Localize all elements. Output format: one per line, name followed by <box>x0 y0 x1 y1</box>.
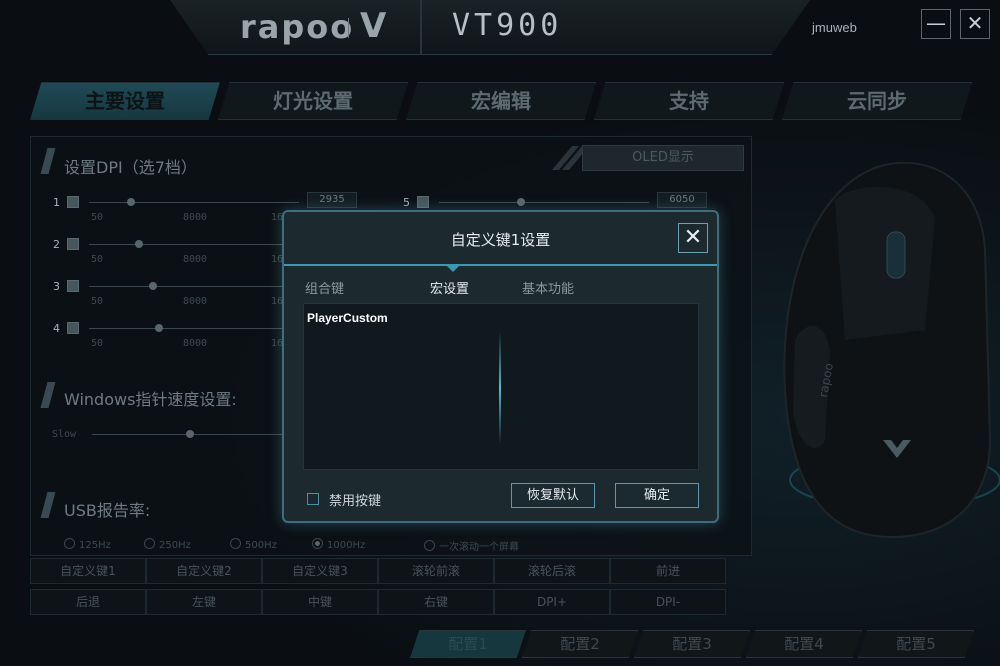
key-dpi-down-button[interactable]: DPI- <box>610 589 726 615</box>
dpi-row-checkbox[interactable] <box>67 280 79 292</box>
key-custom3-button[interactable]: 自定义键3 <box>262 558 378 584</box>
custom-key-dialog: 自定义键1设置 ✕ 组合键 宏设置 基本功能 PlayerCustom 禁用按键… <box>282 210 719 523</box>
logo-separator <box>348 18 349 38</box>
config-tab-5[interactable]: 配置5 <box>858 630 974 658</box>
dpi-section-title: 设置DPI（选7档） <box>64 158 197 177</box>
key-right-button[interactable]: 右键 <box>378 589 494 615</box>
scroll-screen-option[interactable]: 一次滚动一个屏幕 <box>424 538 519 553</box>
dpi-min-label: 50 <box>91 254 104 265</box>
model-name: VT900 <box>452 8 563 43</box>
key-custom1-button[interactable]: 自定义键1 <box>30 558 146 584</box>
macro-list-item[interactable]: PlayerCustom <box>307 311 388 325</box>
restore-default-button[interactable]: 恢复默认 <box>511 483 595 508</box>
dpi-slider[interactable] <box>439 202 649 203</box>
dpi-row-checkbox[interactable] <box>417 196 429 208</box>
dpi-row-checkbox[interactable] <box>67 196 79 208</box>
dpi-value-field[interactable]: 2935 <box>307 192 357 208</box>
key-middle-button[interactable]: 中键 <box>262 589 378 615</box>
dpi-mid-label: 8000 <box>183 338 208 349</box>
key-left-button[interactable]: 左键 <box>146 589 262 615</box>
oled-display-button[interactable]: OLED显示 <box>582 145 744 171</box>
dpi-row-checkbox[interactable] <box>67 322 79 334</box>
dpi-row-checkbox[interactable] <box>67 238 79 250</box>
dpi-value-field[interactable]: 6050 <box>657 192 707 208</box>
key-custom2-button[interactable]: 自定义键2 <box>146 558 262 584</box>
config-tab-4[interactable]: 配置4 <box>746 630 862 658</box>
dpi-slider-handle[interactable] <box>517 198 525 206</box>
key-back-button[interactable]: 后退 <box>30 589 146 615</box>
disable-key-checkbox[interactable] <box>307 493 319 505</box>
dpi-row-number: 3 <box>53 280 60 293</box>
usb-rate-title: USB报告率: <box>64 501 151 520</box>
usb-rate-125[interactable]: 125Hz <box>64 538 111 551</box>
usb-rate-250[interactable]: 250Hz <box>144 538 191 551</box>
disable-key-label: 禁用按键 <box>329 494 382 509</box>
pointer-speed-handle[interactable] <box>186 430 194 438</box>
config-tab-1[interactable]: 配置1 <box>410 630 526 658</box>
dialog-tab-basic-functions[interactable]: 基本功能 <box>522 278 574 297</box>
dialog-header-divider <box>284 264 717 266</box>
dpi-slider-handle[interactable] <box>135 240 143 248</box>
dpi-slider[interactable] <box>89 286 299 287</box>
minimize-button[interactable]: — <box>921 9 951 39</box>
dpi-slider-handle[interactable] <box>149 282 157 290</box>
tab-cloud-sync[interactable]: 云同步 <box>782 82 972 120</box>
header-divider <box>420 0 422 55</box>
active-tab-caret-icon <box>446 265 460 272</box>
dpi-mid-label: 8000 <box>183 254 208 265</box>
dpi-min-label: 50 <box>91 212 104 223</box>
dpi-row-number: 2 <box>53 238 60 251</box>
close-button[interactable]: ✕ <box>960 9 990 39</box>
dpi-row-number: 4 <box>53 322 60 335</box>
config-tab-3[interactable]: 配置3 <box>634 630 750 658</box>
dialog-tab-macro[interactable]: 宏设置 <box>430 278 469 297</box>
dpi-slider-handle[interactable] <box>155 324 163 332</box>
mouse-image: rapoo <box>783 161 1000 539</box>
dpi-slider[interactable] <box>89 244 299 245</box>
dialog-title: 自定义键1设置 <box>450 231 551 249</box>
dpi-mid-label: 8000 <box>183 212 208 223</box>
dpi-slider[interactable] <box>89 328 299 329</box>
macro-list[interactable]: PlayerCustom <box>303 303 699 470</box>
tab-support[interactable]: 支持 <box>594 82 784 120</box>
dpi-min-label: 50 <box>91 296 104 307</box>
dialog-close-button[interactable]: ✕ <box>678 223 708 253</box>
brand-logo: rapoo <box>240 8 355 46</box>
config-tab-2[interactable]: 配置2 <box>522 630 638 658</box>
dialog-tab-combo-keys[interactable]: 组合键 <box>305 278 344 297</box>
pointer-slow-label: Slow <box>52 429 77 440</box>
dpi-slider[interactable] <box>89 202 299 203</box>
tab-macro-edit[interactable]: 宏编辑 <box>406 82 596 120</box>
pointer-speed-title: Windows指针速度设置: <box>64 390 237 409</box>
dpi-min-label: 50 <box>91 338 104 349</box>
username-label: jmuweb <box>812 20 857 35</box>
app-window: rapoo V VT900 jmuweb — ✕ 主要设置 灯光设置 宏编辑 支… <box>0 0 1000 666</box>
key-forward-button[interactable]: 前进 <box>610 558 726 584</box>
key-dpi-up-button[interactable]: DPI+ <box>494 589 610 615</box>
key-scroll-down-button[interactable]: 滚轮后滚 <box>494 558 610 584</box>
tab-main-settings[interactable]: 主要设置 <box>30 82 220 120</box>
dpi-mid-label: 8000 <box>183 296 208 307</box>
usb-rate-500[interactable]: 500Hz <box>230 538 277 551</box>
brand-mark: V <box>360 6 387 46</box>
usb-rate-1000[interactable]: 1000Hz <box>312 538 365 551</box>
key-scroll-up-button[interactable]: 滚轮前滚 <box>378 558 494 584</box>
tab-lighting[interactable]: 灯光设置 <box>218 82 408 120</box>
dpi-slider-handle[interactable] <box>127 198 135 206</box>
dpi-row-number: 1 <box>53 196 60 209</box>
dpi-row-number: 5 <box>403 196 410 209</box>
main-nav: 主要设置 灯光设置 宏编辑 支持 云同步 <box>30 82 972 120</box>
macro-list-scrollbar[interactable] <box>499 332 501 444</box>
ok-button[interactable]: 确定 <box>615 483 699 508</box>
